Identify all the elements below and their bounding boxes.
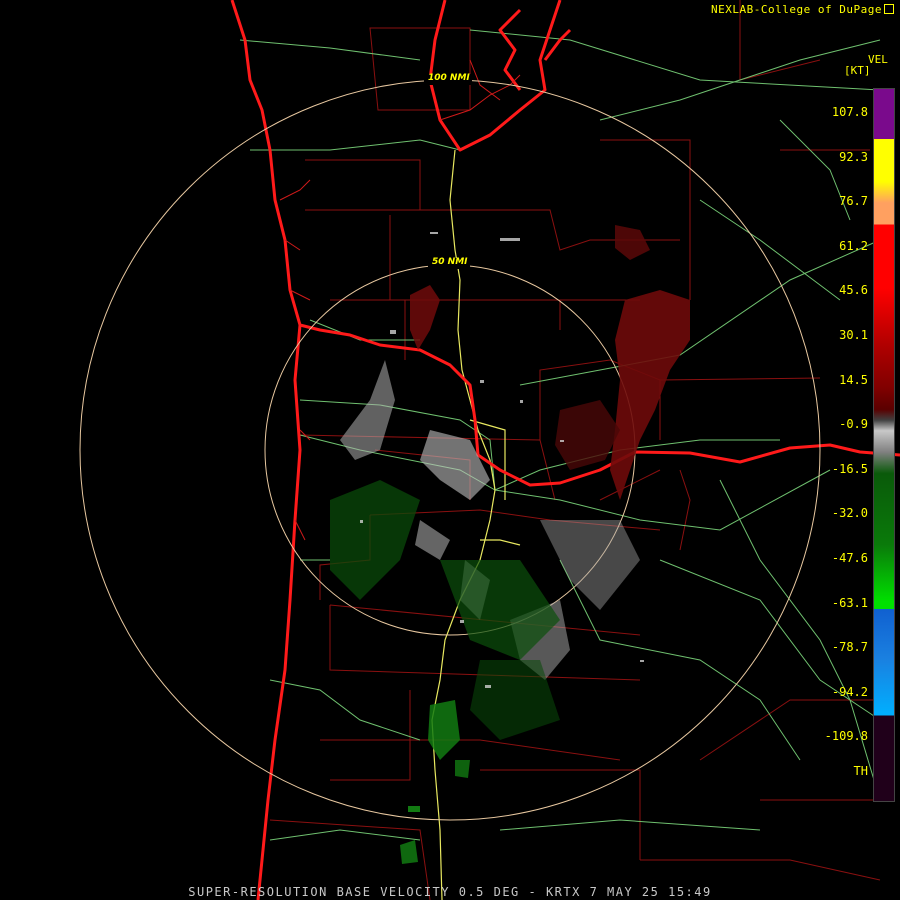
legend-tick: 14.5 (839, 372, 868, 387)
product-caption: SUPER-RESOLUTION BASE VELOCITY 0.5 DEG -… (188, 885, 712, 899)
legend-tick: 61.2 (839, 238, 868, 253)
legend-tick: -94.2 (831, 684, 868, 699)
legend-tick: 92.3 (839, 149, 868, 164)
legend-tick: -16.5 (831, 461, 868, 476)
velocity-echoes (330, 225, 690, 864)
legend-tick: -109.8 (824, 729, 868, 744)
legend-product: VEL (868, 53, 888, 66)
legend-tick: -0.9 (839, 417, 868, 432)
legend-tick: 107.8 (831, 105, 868, 119)
legend-tick: 45.6 (839, 283, 868, 298)
external-link-icon[interactable] (884, 4, 894, 14)
legend-tick: 30.1 (839, 328, 868, 342)
legend-tick: -47.6 (831, 551, 868, 565)
radar-map-canvas (79, 0, 900, 900)
legend-tick: TH (853, 764, 868, 778)
radar-map: 100 NMI 50 NMI (0, 0, 900, 900)
legend-units: [KT] (844, 64, 871, 77)
legend-tick: -63.1 (831, 595, 868, 610)
legend-tick: -78.7 (831, 640, 868, 655)
ring-label-50: 50 NMI (432, 257, 468, 267)
credit-label: NEXLAB-College of DuPage (711, 3, 894, 16)
legend-tick: -32.0 (831, 506, 868, 521)
ring-label-100: 100 NMI (428, 73, 470, 83)
velocity-color-scale (873, 88, 895, 802)
credit-text: NEXLAB-College of DuPage (711, 3, 882, 16)
legend-tick: 76.7 (839, 194, 868, 209)
